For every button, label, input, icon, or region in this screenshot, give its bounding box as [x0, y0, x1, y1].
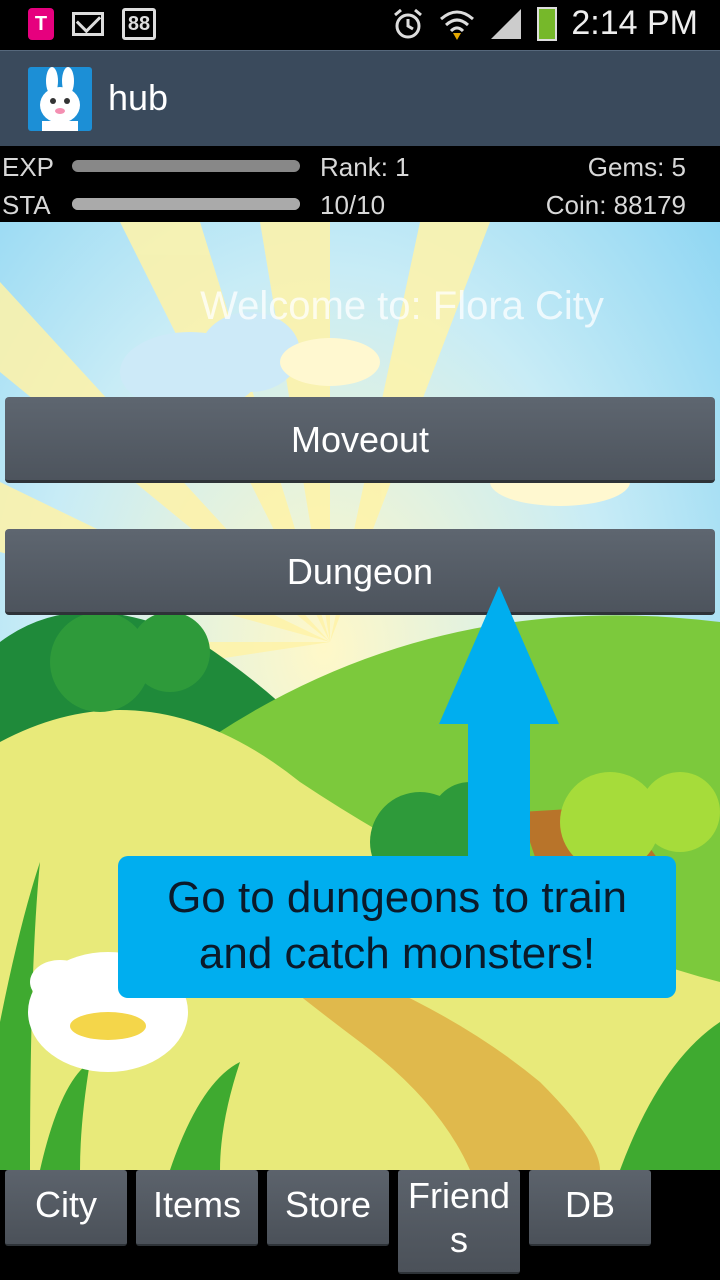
- landscape-background: [0, 222, 720, 1170]
- tab-friends-label-line-2: s: [450, 1219, 468, 1260]
- status-time: 2:14 PM: [571, 4, 698, 42]
- tab-store[interactable]: Store: [267, 1170, 389, 1246]
- notification-badge-icon: 88: [122, 8, 156, 40]
- bunny-app-icon[interactable]: [28, 67, 92, 131]
- moveout-button[interactable]: Moveout: [5, 397, 715, 483]
- sta-bar-fill: [72, 198, 300, 210]
- tutorial-arrow-up-icon: [439, 586, 559, 866]
- coin-value: Coin: 88179: [545, 190, 686, 220]
- tab-db[interactable]: DB: [529, 1170, 651, 1246]
- rank-value: Rank: 1: [320, 152, 410, 182]
- app-title: hub: [108, 77, 169, 118]
- sta-bar: [72, 198, 300, 210]
- dungeon-button[interactable]: Dungeon: [5, 529, 715, 615]
- tmobile-icon: T: [28, 8, 54, 40]
- status-bar: T 88 2:14 PM: [0, 0, 720, 50]
- exp-label: EXP: [2, 152, 55, 182]
- signal-icon: [491, 8, 522, 39]
- tab-friends[interactable]: Friend s: [398, 1170, 520, 1274]
- tooltip-line-2: and catch monsters!: [198, 929, 596, 978]
- tutorial-tooltip: Go to dungeons to train and catch monste…: [118, 856, 676, 998]
- battery-icon: [537, 6, 558, 41]
- exp-bar: [72, 160, 300, 172]
- city-scene: Welcome to: Flora City Moveout Dungeon G…: [0, 222, 720, 1170]
- status-bar-left: T 88: [28, 8, 156, 40]
- tab-items[interactable]: Items: [136, 1170, 258, 1246]
- player-stats: EXP Rank: 1 Gems: 5 STA 10/10 Coin: 8817…: [0, 146, 720, 222]
- sta-value: 10/10: [320, 190, 386, 220]
- bottom-tab-bar: City Items Store Friend s DB: [0, 1170, 720, 1280]
- tooltip-line-1: Go to dungeons to train: [167, 873, 627, 922]
- gems-value: Gems: 5: [587, 152, 686, 182]
- sta-label: STA: [2, 190, 51, 220]
- action-bar: hub: [0, 50, 720, 146]
- status-bar-right: 2:14 PM: [391, 4, 698, 43]
- gmail-icon: [72, 12, 104, 36]
- welcome-text: Welcome to: Flora City: [200, 284, 604, 328]
- alarm-icon: [394, 8, 423, 38]
- tab-friends-label-line-1: Friend: [407, 1175, 511, 1216]
- tab-city[interactable]: City: [5, 1170, 127, 1246]
- wifi-icon: [440, 10, 475, 40]
